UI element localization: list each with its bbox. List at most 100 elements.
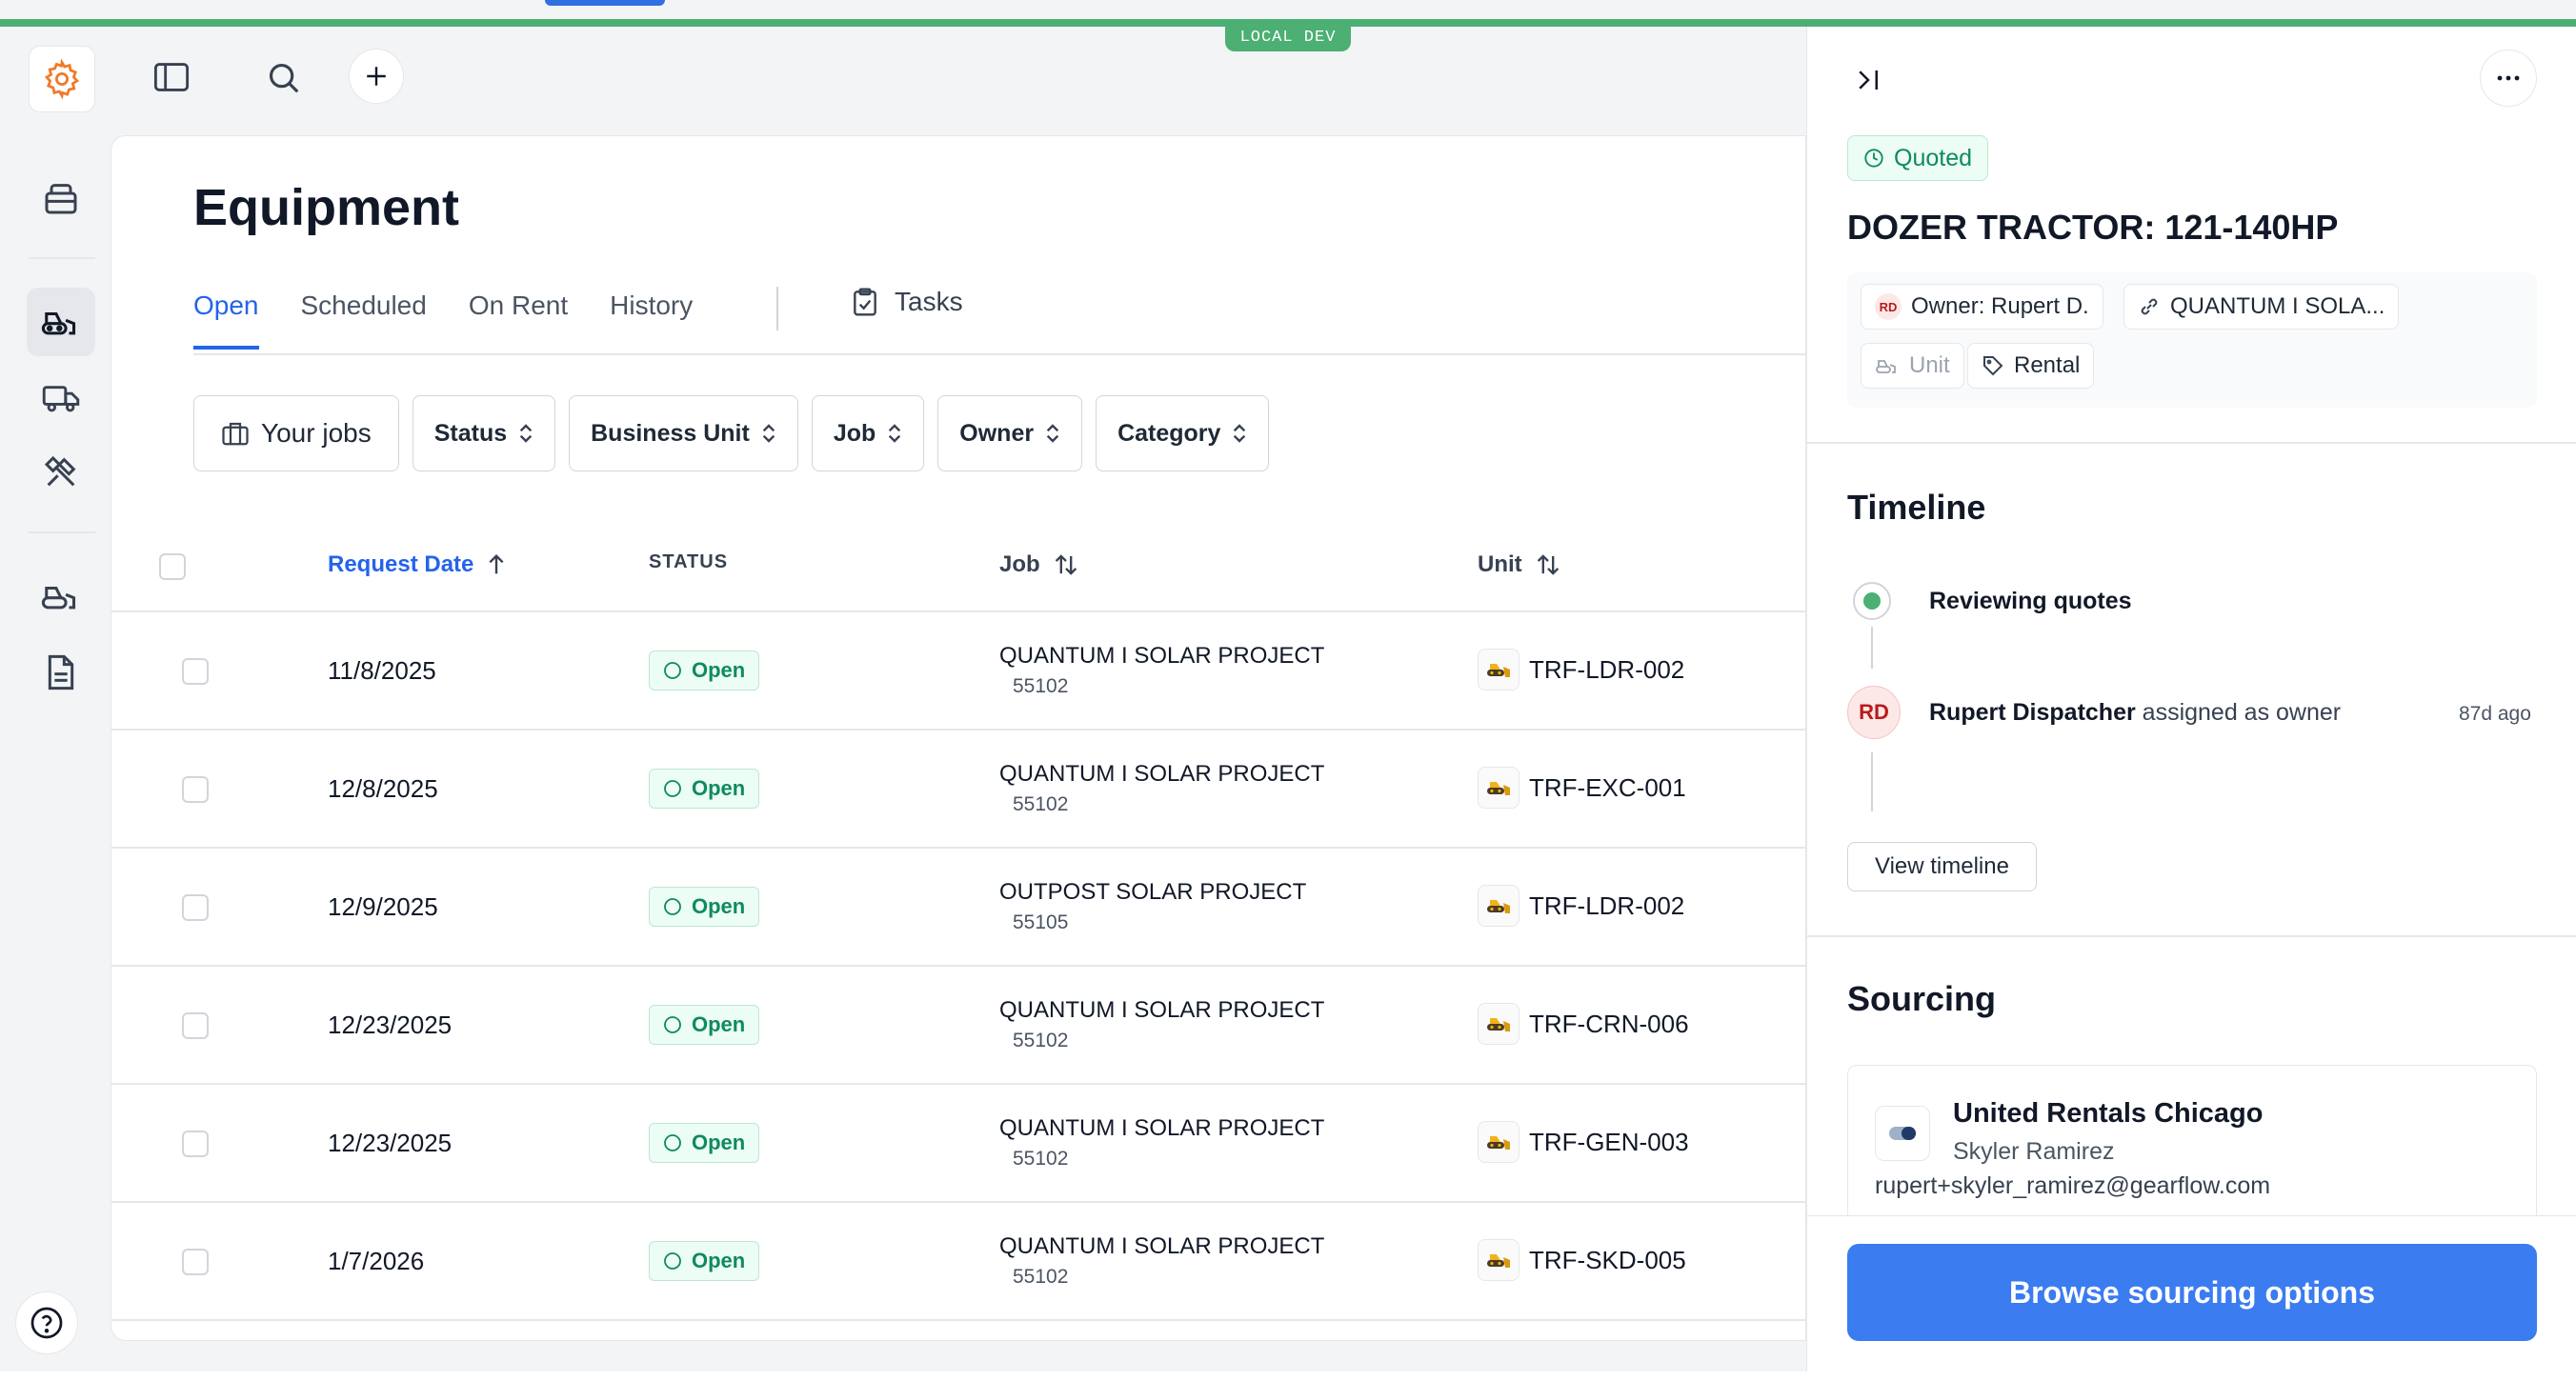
nav-documents[interactable] xyxy=(27,638,95,707)
more-options-button[interactable] xyxy=(2480,50,2537,107)
business-unit-filter[interactable]: Business Unit xyxy=(569,395,798,471)
circle-icon xyxy=(664,780,681,797)
status-filter[interactable]: Status xyxy=(412,395,556,471)
unit-cell[interactable]: TRF-LDR-002 xyxy=(1478,885,1684,927)
table-row[interactable]: 12/23/2025 Open QUANTUM I SOLAR PROJECT 551… xyxy=(111,967,1805,1085)
table-row[interactable]: 12/8/2025 Open QUANTUM I SOLAR PROJECT 5510… xyxy=(111,731,1805,849)
job-number: 55102 xyxy=(1013,1266,1069,1288)
tab-scheduled[interactable]: Scheduled xyxy=(301,279,427,350)
column-request-date[interactable]: Request Date xyxy=(328,551,506,578)
tag-icon xyxy=(1983,356,2003,376)
view-timeline-button[interactable]: View timeline xyxy=(1847,842,2037,891)
row-checkbox[interactable] xyxy=(182,1131,209,1157)
sort-icon xyxy=(1537,554,1559,575)
tabs-underline xyxy=(193,353,1805,355)
nav-equipment[interactable] xyxy=(27,288,95,356)
row-checkbox[interactable] xyxy=(182,1249,209,1275)
briefcase-icon xyxy=(222,422,249,446)
browse-sourcing-button[interactable]: Browse sourcing options xyxy=(1847,1244,2537,1341)
status-label: Open xyxy=(692,1249,746,1272)
rental-chip[interactable]: Rental xyxy=(1967,343,2095,389)
search-icon[interactable] xyxy=(263,57,305,99)
request-date: 12/23/2025 xyxy=(328,1129,453,1157)
chevron-up-down-icon xyxy=(762,424,775,443)
job-name: QUANTUM I SOLAR PROJECT xyxy=(999,643,1325,669)
request-meta: RD Owner: Rupert D. QUANTUM I SOLA... Un… xyxy=(1847,272,2537,408)
status-label: Open xyxy=(692,776,746,800)
panel-divider xyxy=(1807,442,2576,444)
category-filter-label: Category xyxy=(1117,419,1221,447)
job-name: QUANTUM I SOLAR PROJECT xyxy=(999,1233,1325,1259)
unit-cell[interactable]: TRF-LDR-002 xyxy=(1478,649,1684,690)
request-date: 12/9/2025 xyxy=(328,892,438,921)
nav-deliveries[interactable] xyxy=(27,364,95,432)
unit-cell[interactable]: TRF-CRN-006 xyxy=(1478,1003,1689,1045)
rental-chip-label: Rental xyxy=(2014,352,2081,378)
request-title: DOZER TRACTOR: 121-140HP xyxy=(1847,208,2339,247)
table-row[interactable]: 1/7/2026 Open QUANTUM I SOLAR PROJECT 55102… xyxy=(111,1203,1805,1321)
column-job[interactable]: Job xyxy=(999,551,1078,578)
row-checkbox[interactable] xyxy=(182,776,209,803)
tab-tasks[interactable]: Tasks xyxy=(851,287,963,317)
unit-cell[interactable]: TRF-EXC-001 xyxy=(1478,767,1686,809)
job-name: QUANTUM I SOLAR PROJECT xyxy=(999,997,1325,1023)
dozer-thumbnail-icon xyxy=(1478,1003,1519,1045)
dozer-thumbnail-icon xyxy=(1478,767,1519,809)
request-date: 12/8/2025 xyxy=(328,774,438,803)
category-filter[interactable]: Category xyxy=(1096,395,1270,471)
chevron-up-down-icon xyxy=(1046,424,1059,443)
table-row[interactable]: 12/9/2025 Open OUTPOST SOLAR PROJECT 55105 T… xyxy=(111,849,1805,967)
your-jobs-filter[interactable]: Your jobs xyxy=(193,395,399,471)
timeline-step-reviewing: Reviewing quotes xyxy=(1929,588,2132,614)
unit-id: TRF-CRN-006 xyxy=(1529,1009,1689,1038)
vendor-logo-icon xyxy=(1889,1127,1916,1140)
add-button[interactable] xyxy=(349,49,404,104)
column-job-label: Job xyxy=(999,551,1040,577)
unit-cell[interactable]: TRF-SKD-005 xyxy=(1478,1239,1686,1281)
document-icon xyxy=(48,654,74,690)
owner-filter[interactable]: Owner xyxy=(937,395,1083,471)
column-status: STATUS xyxy=(649,551,729,572)
sidebar-toggle-icon[interactable] xyxy=(149,57,194,97)
unit-chip[interactable]: Unit xyxy=(1861,343,1964,389)
tab-open[interactable]: Open xyxy=(193,279,259,350)
nav-maintenance[interactable] xyxy=(27,438,95,507)
job-filter[interactable]: Job xyxy=(811,395,925,471)
rail-divider xyxy=(29,257,95,259)
chevron-up-down-icon xyxy=(519,424,533,443)
tab-on-rent[interactable]: On Rent xyxy=(469,279,568,350)
unit-cell[interactable]: TRF-GEN-003 xyxy=(1478,1121,1689,1163)
truck-icon xyxy=(42,386,80,412)
job-number: 55102 xyxy=(1013,1030,1069,1051)
owner-chip[interactable]: RD Owner: Rupert D. xyxy=(1861,284,2103,330)
equipment-card: Equipment Open Scheduled On Rent History… xyxy=(111,135,1806,1341)
tools-icon xyxy=(44,455,76,487)
job-chip[interactable]: QUANTUM I SOLA... xyxy=(2123,284,2400,330)
unit-chip-label: Unit xyxy=(1909,352,1950,378)
select-all-checkbox[interactable] xyxy=(159,553,186,580)
column-unit[interactable]: Unit xyxy=(1478,551,1560,578)
request-date: 12/23/2025 xyxy=(328,1011,453,1039)
your-jobs-label: Your jobs xyxy=(261,418,372,448)
table-row[interactable]: 11/8/2025 Open QUANTUM I SOLAR PROJECT 5510… xyxy=(111,612,1805,731)
owner-filter-label: Owner xyxy=(959,419,1035,447)
detail-panel: Quoted DOZER TRACTOR: 121-140HP RD Owner… xyxy=(1806,27,2576,1381)
row-checkbox[interactable] xyxy=(182,658,209,685)
table-row[interactable]: 12/23/2025 Open QUANTUM I SOLAR PROJECT 551… xyxy=(111,1085,1805,1203)
row-checkbox[interactable] xyxy=(182,1012,209,1039)
job-number: 55102 xyxy=(1013,675,1069,697)
tab-divider xyxy=(776,287,778,330)
collapse-panel-icon[interactable] xyxy=(1847,59,1889,101)
help-button[interactable] xyxy=(15,1291,78,1354)
vendor-name: United Rentals Chicago xyxy=(1953,1098,2264,1129)
job-chip-label: QUANTUM I SOLA... xyxy=(2170,293,2385,319)
app-logo[interactable] xyxy=(29,46,95,112)
status-filter-label: Status xyxy=(433,419,508,447)
timeline-connector xyxy=(1871,752,1873,811)
row-checkbox[interactable] xyxy=(182,894,209,921)
nav-inventory[interactable] xyxy=(27,164,95,232)
nav-fleet[interactable] xyxy=(27,562,95,630)
tab-history[interactable]: History xyxy=(610,279,693,350)
timeline-connector xyxy=(1871,627,1873,669)
inventory-icon xyxy=(45,184,77,214)
